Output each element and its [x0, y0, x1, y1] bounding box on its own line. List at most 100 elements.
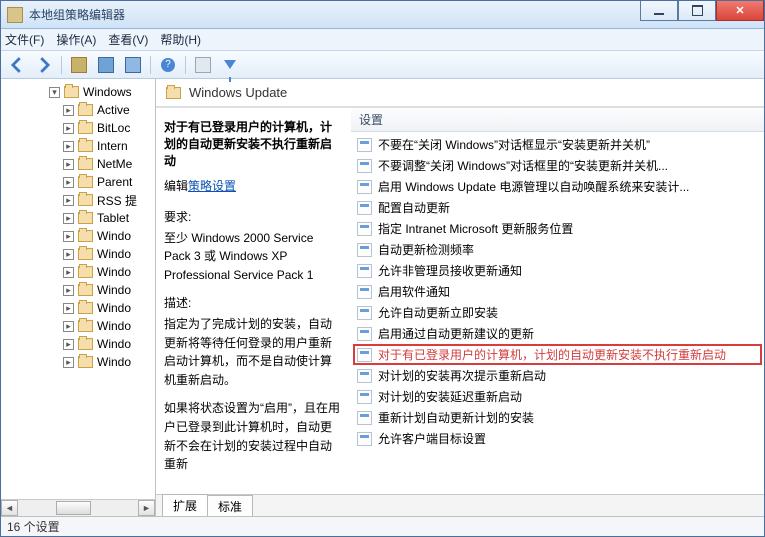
help-button[interactable]: ? — [156, 54, 180, 76]
nav-forward-button[interactable] — [32, 54, 56, 76]
expand-icon[interactable]: ▸ — [63, 357, 74, 368]
folder-icon — [78, 284, 93, 296]
list-item[interactable]: 对于有已登录用户的计算机，计划的自动更新安装不执行重新启动 — [353, 344, 762, 365]
folder-icon — [78, 338, 93, 350]
scroll-right-button[interactable]: ► — [138, 500, 155, 516]
tree-item[interactable]: ▸Parent — [1, 173, 155, 191]
list-item[interactable]: 不要调整“关闭 Windows”对话框里的“安装更新并关机... — [357, 155, 756, 176]
toolbar-separator — [61, 56, 62, 74]
scroll-thumb[interactable] — [56, 501, 91, 515]
export-list-button[interactable] — [121, 54, 145, 76]
tree-item[interactable]: ▸Intern — [1, 137, 155, 155]
toolbar-separator — [185, 56, 186, 74]
tree-item[interactable]: ▸Windo — [1, 245, 155, 263]
minimize-button[interactable] — [640, 1, 678, 21]
filter-button[interactable] — [218, 54, 242, 76]
scroll-left-button[interactable]: ◄ — [1, 500, 18, 516]
show-hide-tree-button[interactable] — [94, 54, 118, 76]
policy-icon — [357, 180, 372, 194]
list-item[interactable]: 不要在“关闭 Windows”对话框显示“安装更新并关机” — [357, 134, 756, 155]
tree-item[interactable]: ▸ Windo — [1, 281, 155, 299]
policy-icon — [357, 138, 372, 152]
expand-icon[interactable]: ▸ — [63, 285, 74, 296]
nav-back-button[interactable] — [5, 54, 29, 76]
menubar: 文件(F) 操作(A) 查看(V) 帮助(H) — [1, 29, 764, 51]
policy-icon — [357, 306, 372, 320]
expand-icon[interactable]: ▸ — [63, 141, 74, 152]
edit-policy-link[interactable]: 策略设置 — [188, 177, 236, 194]
requirements-label: 要求: — [164, 208, 343, 227]
expand-icon[interactable]: ▸ — [63, 303, 74, 314]
tree-item[interactable]: ▸Active — [1, 101, 155, 119]
expand-icon[interactable]: ▸ — [63, 159, 74, 170]
list-item-label: 对计划的安装延迟重新启动 — [378, 388, 522, 405]
expand-icon[interactable]: ▸ — [63, 177, 74, 188]
tree-item[interactable]: ▸Windo — [1, 353, 155, 371]
list-item[interactable]: 启用通过自动更新建议的更新 — [357, 323, 756, 344]
expand-icon[interactable]: ▸ — [63, 231, 74, 242]
settings-list: 设置 不要在“关闭 Windows”对话框显示“安装更新并关机”不要调整“关闭 … — [351, 108, 764, 494]
tab-extended[interactable]: 扩展 — [162, 494, 208, 516]
tree-item[interactable]: ▸ Tablet — [1, 209, 155, 227]
list-item-label: 重新计划自动更新计划的安装 — [378, 409, 534, 426]
content-header-title: Windows Update — [189, 85, 287, 100]
tree-item[interactable]: ▸ Windo — [1, 317, 155, 335]
tree-item-label: Windo — [97, 301, 131, 315]
list-item-label: 配置自动更新 — [378, 199, 450, 216]
tree-hscrollbar[interactable]: ◄ ► — [1, 499, 155, 516]
folder-icon — [78, 194, 93, 206]
maximize-button[interactable] — [678, 1, 716, 21]
tree-item-root[interactable]: ▾ Windows — [1, 83, 155, 101]
nav-tree[interactable]: ▾ Windows ▸Active▸BitLoc▸Intern▸NetMe▸Pa… — [1, 79, 156, 516]
up-button[interactable] — [67, 54, 91, 76]
expand-icon[interactable]: ▸ — [63, 105, 74, 116]
expand-icon[interactable]: ▸ — [63, 195, 74, 206]
tree-item-label: Windo — [97, 319, 131, 333]
list-column-header[interactable]: 设置 — [351, 108, 764, 132]
policy-icon — [357, 390, 372, 404]
expand-icon[interactable]: ▸ — [63, 249, 74, 260]
folder-icon — [78, 212, 93, 224]
expand-icon[interactable]: ▸ — [63, 213, 74, 224]
expand-icon[interactable]: ▸ — [63, 339, 74, 350]
tree-item[interactable]: ▸NetMe — [1, 155, 155, 173]
properties-button[interactable] — [191, 54, 215, 76]
list-item[interactable]: 重新计划自动更新计划的安装 — [357, 407, 756, 428]
folder-icon — [78, 122, 93, 134]
close-button[interactable] — [716, 1, 764, 21]
expand-icon[interactable]: ▸ — [63, 123, 74, 134]
list-item[interactable]: 对计划的安装再次提示重新启动 — [357, 365, 756, 386]
list-item-label: 允许客户端目标设置 — [378, 430, 486, 447]
expand-icon[interactable]: ▸ — [63, 267, 74, 278]
list-item-label: 允许非管理员接收更新通知 — [378, 262, 522, 279]
status-bar: 16 个设置 — [1, 516, 764, 536]
folder-icon — [78, 104, 93, 116]
tree-item-label: Windo — [97, 283, 131, 297]
tree-item[interactable]: ▸Windo — [1, 335, 155, 353]
tree-item-label: Tablet — [97, 211, 129, 225]
list-item[interactable]: 允许非管理员接收更新通知 — [357, 260, 756, 281]
list-item[interactable]: 启用 Windows Update 电源管理以自动唤醒系统来安装计... — [357, 176, 756, 197]
tree-item[interactable]: ▸BitLoc — [1, 119, 155, 137]
list-item[interactable]: 允许自动更新立即安装 — [357, 302, 756, 323]
menu-help[interactable]: 帮助(H) — [160, 31, 201, 48]
list-item[interactable]: 对计划的安装延迟重新启动 — [357, 386, 756, 407]
menu-file[interactable]: 文件(F) — [5, 31, 44, 48]
list-item[interactable]: 配置自动更新 — [357, 197, 756, 218]
list-item[interactable]: 允许客户端目标设置 — [357, 428, 756, 449]
expand-icon[interactable]: ▸ — [63, 321, 74, 332]
tree-item[interactable]: ▸ Windo — [1, 299, 155, 317]
menu-view[interactable]: 查看(V) — [108, 31, 148, 48]
menu-action[interactable]: 操作(A) — [56, 31, 96, 48]
folder-icon — [166, 87, 181, 99]
collapse-icon[interactable]: ▾ — [49, 87, 60, 98]
tree-item[interactable]: ▸RSS 提 — [1, 191, 155, 209]
list-item[interactable]: 启用软件通知 — [357, 281, 756, 302]
tree-item[interactable]: ▸Windo — [1, 263, 155, 281]
list-item[interactable]: 指定 Intranet Microsoft 更新服务位置 — [357, 218, 756, 239]
list-item-label: 自动更新检测频率 — [378, 241, 474, 258]
tab-standard[interactable]: 标准 — [207, 495, 253, 516]
scroll-track[interactable] — [18, 500, 138, 516]
list-item[interactable]: 自动更新检测频率 — [357, 239, 756, 260]
tree-item[interactable]: ▸Windo — [1, 227, 155, 245]
